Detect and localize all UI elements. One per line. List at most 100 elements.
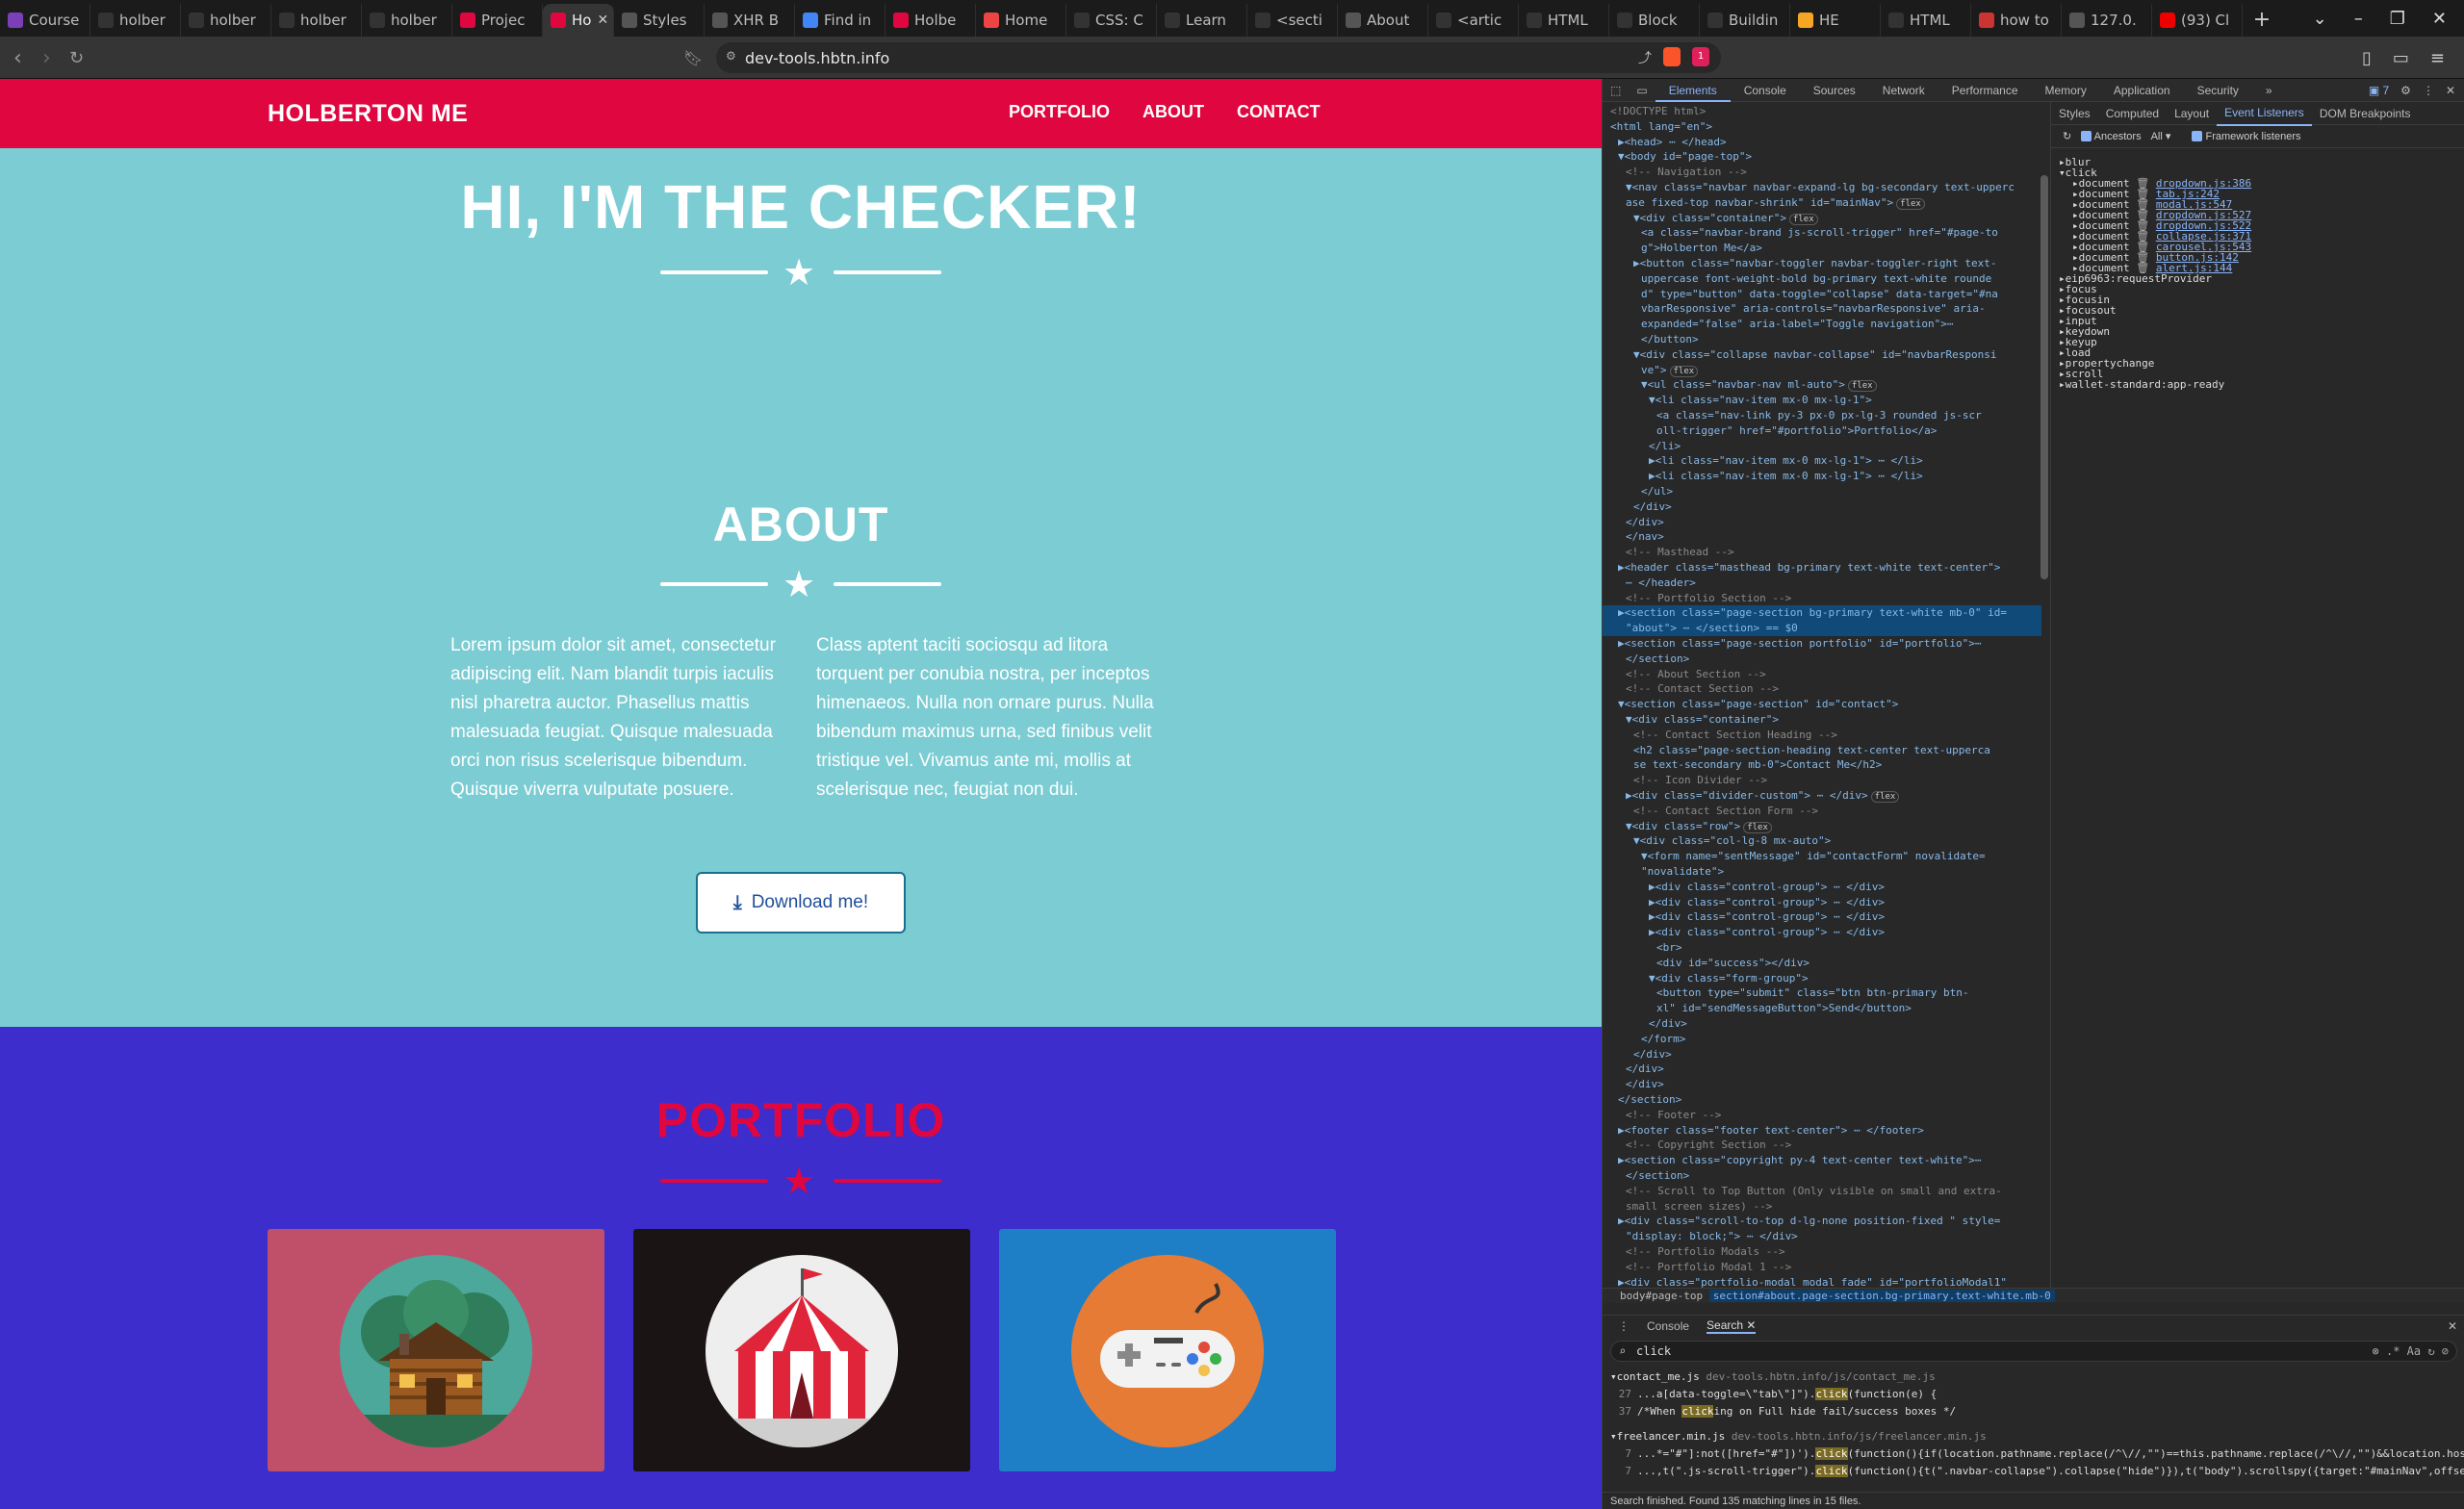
browser-tab[interactable]: CSS: C <box>1066 4 1157 37</box>
dom-node-line[interactable]: ▼<section class="page-section" id="conta… <box>1603 697 2041 712</box>
portfolio-item-circus[interactable] <box>633 1229 970 1471</box>
brave-shields-icon[interactable] <box>1663 47 1681 66</box>
dom-node-line[interactable]: <!-- Scroll to Top Button (Only visible … <box>1603 1184 2041 1199</box>
dom-node-line[interactable]: ▶<button class="navbar-toggler navbar-to… <box>1603 256 2041 271</box>
sidebar-tab[interactable]: Styles <box>2051 102 2098 125</box>
search-result-line[interactable]: 7 ...*="#"]:not([href="#"])').click(funct… <box>1610 1446 2464 1462</box>
dom-node-line[interactable]: ▶<li class="nav-item mx-0 mx-lg-1"> ⋯ </… <box>1603 453 2041 469</box>
dom-node-line[interactable]: </div> <box>1603 1061 2041 1077</box>
breadcrumb-body[interactable]: body#page-top <box>1620 1290 1703 1302</box>
dom-node-line[interactable]: </div> <box>1603 515 2041 530</box>
dom-node-line[interactable]: expanded="false" aria-label="Toggle navi… <box>1603 317 2041 332</box>
browser-tab[interactable]: HE <box>1790 4 1881 37</box>
maximize-icon[interactable]: ❐ <box>2390 9 2405 29</box>
dom-node-line[interactable]: ▼<form name="sentMessage" id="contactFor… <box>1603 849 2041 864</box>
sidebar-icon[interactable]: ▯ <box>2362 48 2372 68</box>
device-toolbar-icon[interactable]: ▭ <box>1629 79 1655 102</box>
dom-node-line[interactable]: ▼<nav class="navbar navbar-expand-lg bg-… <box>1603 180 2041 195</box>
dom-node-line[interactable]: <html lang="en"> <box>1603 119 2041 135</box>
bookmark-icon[interactable]: 🔖︎ <box>683 37 703 79</box>
breadcrumb-section[interactable]: section#about.page-section.bg-primary.te… <box>1708 1290 2055 1302</box>
dom-node-line[interactable]: small screen sizes) --> <box>1603 1199 2041 1215</box>
dom-node-line[interactable]: <br> <box>1603 940 2041 956</box>
dom-node-line[interactable]: </div> <box>1603 1016 2041 1032</box>
download-button[interactable]: ⤓ Download me! <box>696 872 906 934</box>
devtools-tab-network[interactable]: Network <box>1869 79 1938 102</box>
search-result-file[interactable]: ▾contact_me.js dev-tools.hbtn.info/js/co… <box>1610 1369 1936 1385</box>
dom-node-line[interactable]: ▶<div class="divider-custom"> ⋯ </div> fl… <box>1603 788 2041 804</box>
browser-tab[interactable]: holber <box>181 4 271 37</box>
dom-node-line[interactable]: </div> <box>1603 1077 2041 1092</box>
dom-node-line[interactable]: ve"> flex <box>1603 363 2041 378</box>
dom-node-line[interactable]: ▶<section class="page-section portfolio"… <box>1603 636 2041 652</box>
dom-node-line[interactable]: d" type="button" data-toggle="collapse" … <box>1603 287 2041 302</box>
browser-tab[interactable]: <artic <box>1428 4 1519 37</box>
dom-node-line[interactable]: ▼<li class="nav-item mx-0 mx-lg-1"> <box>1603 393 2041 408</box>
sidebar-tab[interactable]: Layout <box>2167 102 2217 125</box>
close-devtools-icon[interactable]: ✕ <box>2446 84 2455 97</box>
rewards-icon[interactable]: 1 <box>1692 47 1709 66</box>
ancestors-checkbox[interactable]: Ancestors <box>2081 131 2142 142</box>
search-result-line[interactable]: 7 ...,t(".js-scroll-trigger").click(funct… <box>1610 1464 2464 1479</box>
close-drawer-icon[interactable]: ✕ <box>2448 1319 2464 1333</box>
dom-node-line[interactable]: <h2 class="page-section-heading text-cen… <box>1603 743 2041 758</box>
dom-node-line[interactable]: </ul> <box>1603 484 2041 499</box>
browser-tab[interactable]: About <box>1338 4 1428 37</box>
dom-node-line[interactable]: ▶<section class="copyright py-4 text-cen… <box>1603 1153 2041 1168</box>
dom-node-line[interactable]: ▶<div class="scroll-to-top d-lg-none pos… <box>1603 1214 2041 1229</box>
dom-node-line[interactable]: <!-- Portfolio Section --> <box>1603 591 2041 606</box>
nav-about[interactable]: ABOUT <box>1142 102 1204 122</box>
devtools-tab-sources[interactable]: Sources <box>1800 79 1869 102</box>
dom-node-line[interactable]: <div id="success"></div> <box>1603 956 2041 971</box>
site-brand[interactable]: HOLBERTON ME <box>268 100 468 128</box>
close-tab-icon[interactable]: ✕ <box>597 13 608 28</box>
dom-node-line[interactable]: <!-- Contact Section Heading --> <box>1603 728 2041 743</box>
new-tab-icon[interactable]: + <box>2243 4 2281 37</box>
dom-node-line[interactable]: </section> <box>1603 1092 2041 1108</box>
devtools-tab-console[interactable]: Console <box>1731 79 1800 102</box>
dom-node-line[interactable]: <a class="nav-link py-3 px-0 px-lg-3 rou… <box>1603 408 2041 423</box>
refresh-icon[interactable]: ↻ <box>2063 130 2071 142</box>
dom-node-line[interactable]: </nav> <box>1603 529 2041 545</box>
dom-node-line[interactable]: g">Holberton Me</a> <box>1603 241 2041 256</box>
dom-node-line[interactable]: <a class="navbar-brand js-scroll-trigger… <box>1603 225 2041 241</box>
sidebar-tab[interactable]: DOM Breakpoints <box>2312 102 2419 125</box>
flex-badge[interactable]: flex <box>1870 791 1900 803</box>
url-bar[interactable]: ⚙ dev-tools.hbtn.info ⤴ 1 <box>716 42 1721 73</box>
event-listener-entry[interactable]: ▸wallet-standard:app-ready <box>2059 376 2224 394</box>
portfolio-item-game[interactable] <box>999 1229 1336 1471</box>
browser-tab[interactable]: holber <box>271 4 362 37</box>
dom-node-line[interactable]: <!-- Portfolio Modals --> <box>1603 1244 2041 1260</box>
wallet-icon[interactable]: ▭ <box>2393 48 2409 68</box>
dom-node-line[interactable]: <!-- Navigation --> <box>1603 165 2041 180</box>
dom-node-line[interactable]: ▼<div class="collapse navbar-collapse" i… <box>1603 347 2041 363</box>
kebab-menu-icon[interactable]: ⋮ <box>2423 84 2434 97</box>
dom-node-line[interactable]: ▶<section class="page-section bg-primary… <box>1603 605 2041 622</box>
devtools-tab-memory[interactable]: Memory <box>2032 79 2100 102</box>
elements-tree[interactable]: <!DOCTYPE html> <html lang="en"> ▶<head> ⋯… <box>1603 102 2041 1292</box>
dom-node-line[interactable]: ▶<footer class="footer text-center"> ⋯ <… <box>1603 1123 2041 1138</box>
dom-node-line[interactable]: </div> <box>1603 1047 2041 1062</box>
dom-node-line[interactable]: oll-trigger" href="#portfolio">Portfolio… <box>1603 423 2041 439</box>
dom-node-line[interactable]: <!-- Copyright Section --> <box>1603 1138 2041 1153</box>
nav-portfolio[interactable]: PORTFOLIO <box>1009 102 1110 122</box>
dom-node-line[interactable]: ▶<div class="control-group"> ⋯ </div> <box>1603 895 2041 910</box>
dom-node-line[interactable]: </li> <box>1603 439 2041 454</box>
back-icon[interactable]: ‹ <box>13 37 22 79</box>
browser-tab[interactable]: Buildin <box>1700 4 1790 37</box>
dom-node-line[interactable]: ▼<div class="container"> <box>1603 712 2041 728</box>
dom-node-line[interactable]: </div> <box>1603 499 2041 515</box>
portfolio-item-cabin[interactable] <box>268 1229 604 1471</box>
drawer-menu-icon[interactable]: ⋮ <box>1618 1319 1630 1333</box>
browser-tab[interactable]: holber <box>362 4 452 37</box>
dom-node-line[interactable]: "display: block;"> ⋯ </div> <box>1603 1229 2041 1244</box>
dom-node-line[interactable]: xl" id="sendMessageButton">Send</button> <box>1603 1001 2041 1016</box>
site-info-icon[interactable]: ⚙ <box>726 49 736 63</box>
drawer-tab-search[interactable]: Search ✕ <box>1707 1318 1757 1334</box>
browser-tab[interactable]: 127.0. <box>2062 4 2152 37</box>
dom-node-line[interactable]: <!-- Footer --> <box>1603 1108 2041 1123</box>
dom-node-line[interactable]: ▼<div class="col-lg-8 mx-auto"> <box>1603 833 2041 849</box>
forward-icon[interactable]: › <box>42 37 51 79</box>
browser-tab[interactable]: Learn <box>1157 4 1247 37</box>
devtools-tab-security[interactable]: Security <box>2184 79 2252 102</box>
